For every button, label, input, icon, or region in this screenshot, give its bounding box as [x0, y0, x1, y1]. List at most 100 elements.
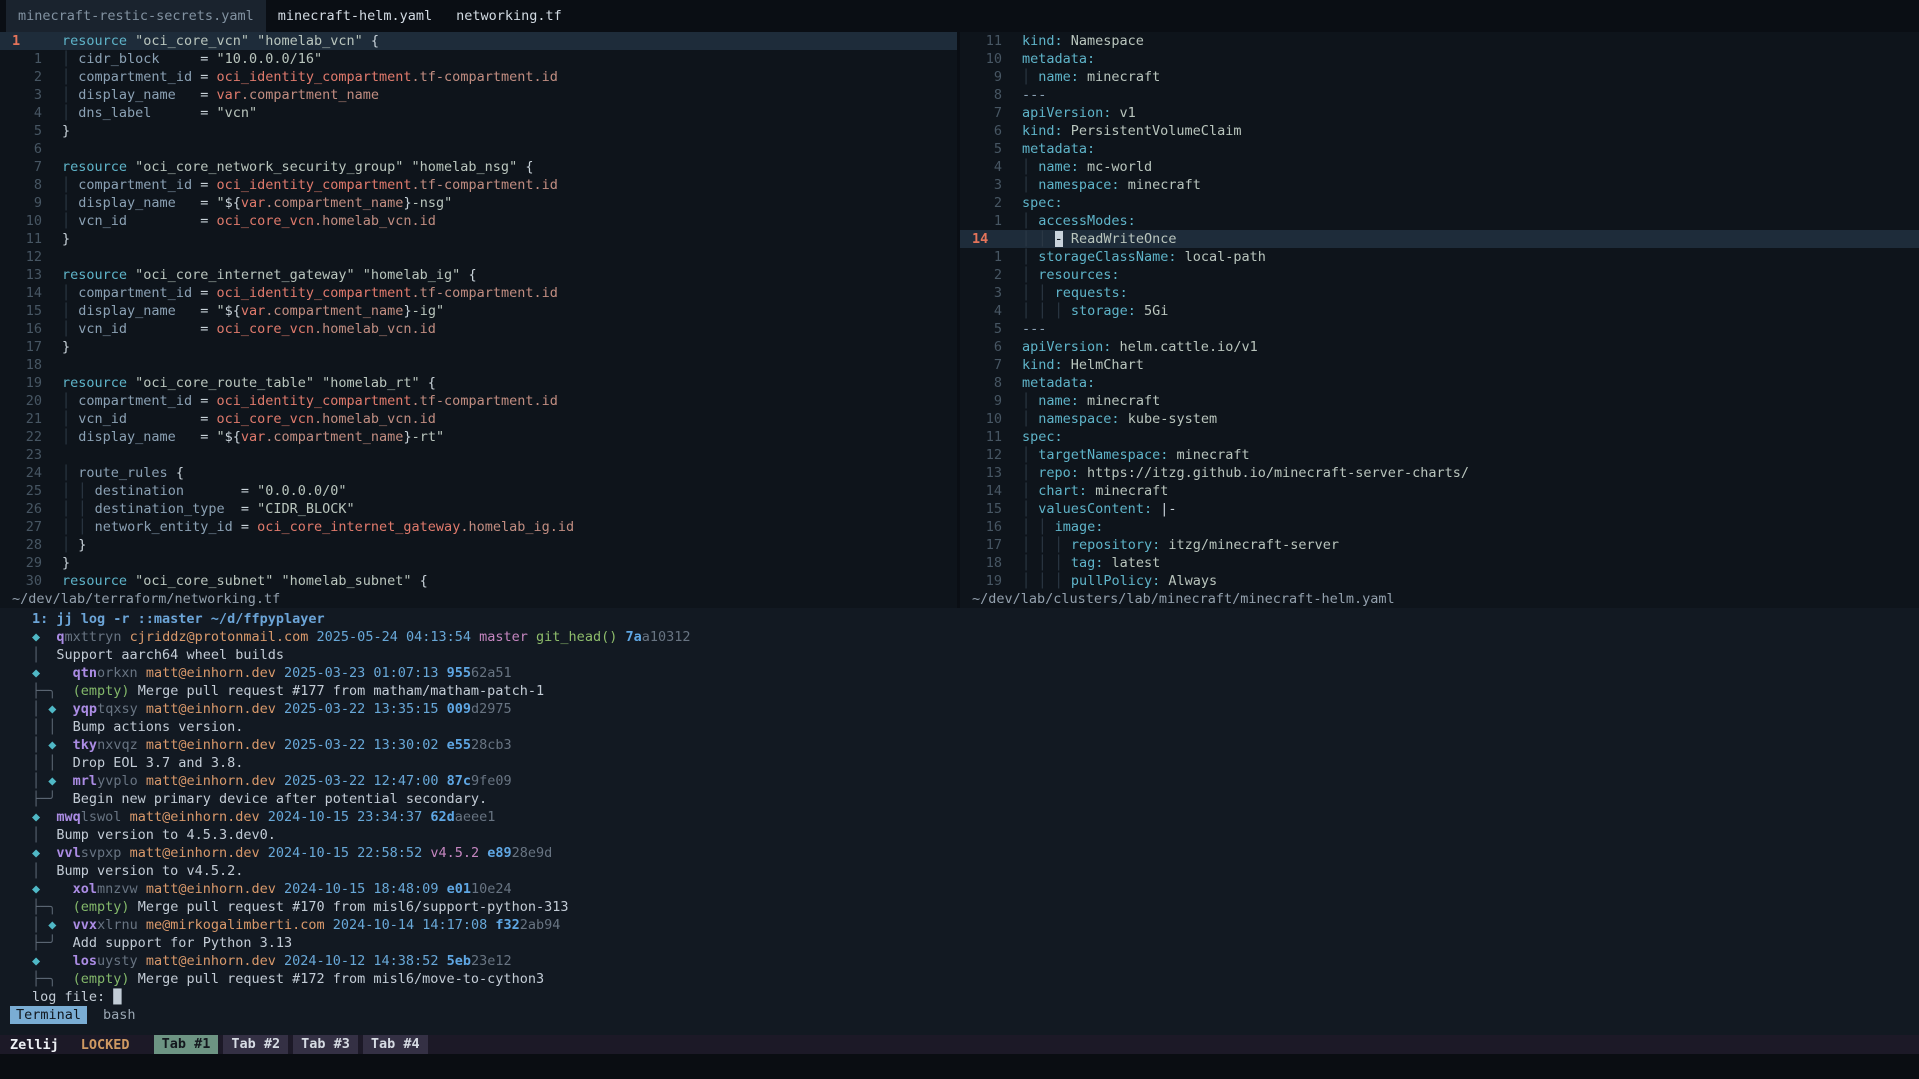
code-line[interactable]: 3│ display_name = var.compartment_name [0, 86, 957, 104]
zellij-tab-4[interactable]: Tab #4 [363, 1035, 428, 1054]
code-line[interactable]: 12 [0, 248, 957, 266]
code-line[interactable]: 11} [0, 230, 957, 248]
code-line[interactable]: 15│ display_name = "${var.compartment_na… [0, 302, 957, 320]
code-line[interactable]: 20│ compartment_id = oci_identity_compar… [0, 392, 957, 410]
line-number: 7 [972, 104, 1002, 122]
code-line[interactable]: 21│ vcn_id = oci_core_vcn.homelab_vcn.id [0, 410, 957, 428]
code-line[interactable]: 26│ │ destination_type = "CIDR_BLOCK" [0, 500, 957, 518]
terminal-line[interactable]: log file: █ [0, 988, 1919, 1006]
code-line[interactable]: 9│ display_name = "${var.compartment_nam… [0, 194, 957, 212]
terminal-line[interactable]: │ Bump version to 4.5.3.dev0. [0, 826, 1919, 844]
terminal-pane[interactable]: 1: jj log -r ::master ~/d/ffpyplayer◆ qm… [0, 608, 1919, 1035]
code-line[interactable]: 2│ resources: [960, 266, 1919, 284]
terminal-line[interactable]: ├─╯ Begin new primary device after poten… [0, 790, 1919, 808]
code-line[interactable]: 29} [0, 554, 957, 572]
terminal-line[interactable]: ◆ qmxttryn cjriddz@protonmail.com 2025-0… [0, 628, 1919, 646]
code-line[interactable]: 2spec: [960, 194, 1919, 212]
zellij-tab-3[interactable]: Tab #3 [293, 1035, 358, 1054]
code-line[interactable]: 14│ chart: minecraft [960, 482, 1919, 500]
code-text: │ compartment_id = oci_identity_compartm… [42, 176, 558, 194]
code-line[interactable]: 5} [0, 122, 957, 140]
code-line[interactable]: 16│ │ image: [960, 518, 1919, 536]
zellij-tab-2[interactable]: Tab #2 [223, 1035, 288, 1054]
code-line[interactable]: 17} [0, 338, 957, 356]
code-line[interactable]: 16│ vcn_id = oci_core_vcn.homelab_vcn.id [0, 320, 957, 338]
code-line[interactable]: 22│ display_name = "${var.compartment_na… [0, 428, 957, 446]
code-line[interactable]: 28│ } [0, 536, 957, 554]
editor-pane-networking-tf[interactable]: 1resource "oci_core_vcn" "homelab_vcn" {… [0, 32, 957, 608]
buffer-tab-minecraft-restic-secrets[interactable]: minecraft-restic-secrets.yaml [6, 0, 266, 32]
code-line[interactable]: 8metadata: [960, 374, 1919, 392]
code-line[interactable]: 11kind: Namespace [960, 32, 1919, 50]
editor-pane-minecraft-helm-yaml[interactable]: 11kind: Namespace10metadata:9│ name: min… [960, 32, 1919, 608]
code-line[interactable]: 17│ │ │ repository: itzg/minecraft-serve… [960, 536, 1919, 554]
terminal-line[interactable]: ├─╮ (empty) Merge pull request #170 from… [0, 898, 1919, 916]
code-line[interactable]: 12│ targetNamespace: minecraft [960, 446, 1919, 464]
code-line[interactable]: 7apiVersion: v1 [960, 104, 1919, 122]
code-line[interactable]: 6 [0, 140, 957, 158]
code-line[interactable]: 27│ │ network_entity_id = oci_core_inter… [0, 518, 957, 536]
terminal-line[interactable]: ◆ losuysty matt@einhorn.dev 2024-10-12 1… [0, 952, 1919, 970]
code-line[interactable]: 8│ compartment_id = oci_identity_compart… [0, 176, 957, 194]
code-line[interactable]: 4│ name: mc-world [960, 158, 1919, 176]
code-line[interactable]: 10metadata: [960, 50, 1919, 68]
code-line[interactable]: 18│ │ │ tag: latest [960, 554, 1919, 572]
code-line[interactable]: 8--- [960, 86, 1919, 104]
code-line[interactable]: 1│ storageClassName: local-path [960, 248, 1919, 266]
buffer-tab-networking[interactable]: networking.tf [444, 0, 574, 32]
code-line[interactable]: 6apiVersion: helm.cattle.io/v1 [960, 338, 1919, 356]
code-line[interactable]: 1resource "oci_core_vcn" "homelab_vcn" { [0, 32, 957, 50]
terminal-tab-terminal[interactable]: Terminal [10, 1006, 87, 1024]
code-line[interactable]: 9│ name: minecraft [960, 68, 1919, 86]
code-line[interactable]: 13│ repo: https://itzg.github.io/minecra… [960, 464, 1919, 482]
code-line[interactable]: 9│ name: minecraft [960, 392, 1919, 410]
terminal-line[interactable]: ◆ xolmnzvw matt@einhorn.dev 2024-10-15 1… [0, 880, 1919, 898]
code-line[interactable]: 1│ accessModes: [960, 212, 1919, 230]
zellij-tab-1[interactable]: Tab #1 [154, 1035, 219, 1054]
code-line[interactable]: 23 [0, 446, 957, 464]
terminal-line[interactable]: │ ◆ mrlyvplo matt@einhorn.dev 2025-03-22… [0, 772, 1919, 790]
terminal-line[interactable]: ◆ qtnorkxn matt@einhorn.dev 2025-03-23 0… [0, 664, 1919, 682]
terminal-line[interactable]: │ Bump version to v4.5.2. [0, 862, 1919, 880]
code-line[interactable]: 19│ │ │ pullPolicy: Always [960, 572, 1919, 590]
code-line[interactable]: 19resource "oci_core_route_table" "homel… [0, 374, 957, 392]
terminal-line[interactable]: ├─╮ (empty) Merge pull request #172 from… [0, 970, 1919, 988]
code-line[interactable]: 5--- [960, 320, 1919, 338]
code-line[interactable]: 4│ dns_label = "vcn" [0, 104, 957, 122]
terminal-line[interactable]: ◆ mwqlswol matt@einhorn.dev 2024-10-15 2… [0, 808, 1919, 826]
terminal-line[interactable]: ├─╮ (empty) Merge pull request #177 from… [0, 682, 1919, 700]
code-line[interactable]: 10│ vcn_id = oci_core_vcn.homelab_vcn.id [0, 212, 957, 230]
terminal-line[interactable]: │ Support aarch64 wheel builds [0, 646, 1919, 664]
terminal-line[interactable]: ◆ vvlsvpxp matt@einhorn.dev 2024-10-15 2… [0, 844, 1919, 862]
code-line[interactable]: 7resource "oci_core_network_security_gro… [0, 158, 957, 176]
terminal-tab-bash[interactable]: bash [97, 1006, 142, 1024]
code-line[interactable]: 2│ compartment_id = oci_identity_compart… [0, 68, 957, 86]
code-line[interactable]: 3│ │ requests: [960, 284, 1919, 302]
statusline-left: ~/dev/lab/terraform/networking.tf [0, 590, 957, 608]
code-line[interactable]: 4│ │ │ storage: 5Gi [960, 302, 1919, 320]
code-line[interactable]: 11spec: [960, 428, 1919, 446]
terminal-line[interactable]: │ │ Bump actions version. [0, 718, 1919, 736]
terminal-line[interactable]: 1: jj log -r ::master ~/d/ffpyplayer [0, 610, 1919, 628]
code-line[interactable]: 30resource "oci_core_subnet" "homelab_su… [0, 572, 957, 590]
code-line[interactable]: 18 [0, 356, 957, 374]
code-line[interactable]: 15│ valuesContent: |- [960, 500, 1919, 518]
terminal-line[interactable]: │ │ Drop EOL 3.7 and 3.8. [0, 754, 1919, 772]
code-line[interactable]: 13resource "oci_core_internet_gateway" "… [0, 266, 957, 284]
code-line[interactable]: 3│ namespace: minecraft [960, 176, 1919, 194]
code-line[interactable]: 14│ │ - ReadWriteOnce [960, 230, 1919, 248]
code-line[interactable]: 5metadata: [960, 140, 1919, 158]
terminal-line[interactable]: ├─╯ Add support for Python 3.13 [0, 934, 1919, 952]
code-line[interactable]: 7kind: HelmChart [960, 356, 1919, 374]
terminal-line[interactable]: │ ◆ yqptqxsy matt@einhorn.dev 2025-03-22… [0, 700, 1919, 718]
code-line[interactable]: 10│ namespace: kube-system [960, 410, 1919, 428]
code-line[interactable]: 1│ cidr_block = "10.0.0.0/16" [0, 50, 957, 68]
code-line[interactable]: 6kind: PersistentVolumeClaim [960, 122, 1919, 140]
code-line[interactable]: 14│ compartment_id = oci_identity_compar… [0, 284, 957, 302]
code-text: │ namespace: minecraft [1002, 176, 1201, 194]
code-line[interactable]: 24│ route_rules { [0, 464, 957, 482]
terminal-line[interactable]: │ ◆ tkynxvqz matt@einhorn.dev 2025-03-22… [0, 736, 1919, 754]
code-line[interactable]: 25│ │ destination = "0.0.0.0/0" [0, 482, 957, 500]
buffer-tab-minecraft-helm[interactable]: minecraft-helm.yaml [266, 0, 444, 32]
terminal-line[interactable]: │ ◆ vvxxlrnu me@mirkogalimberti.com 2024… [0, 916, 1919, 934]
